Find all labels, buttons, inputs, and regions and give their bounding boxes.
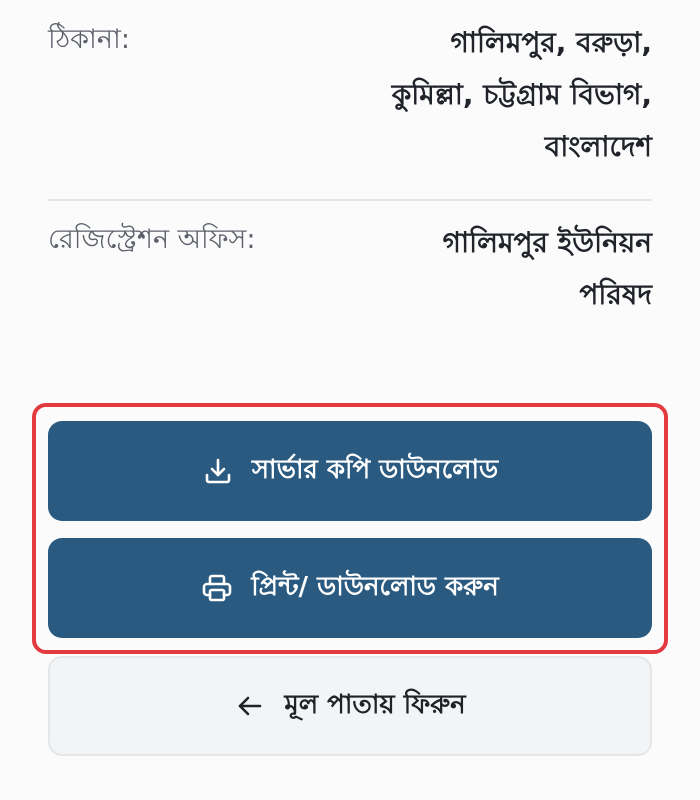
printer-icon (201, 572, 233, 604)
back-home-label: মূল পাতায় ফিরুন (284, 690, 466, 720)
back-home-button[interactable]: মূল পাতায় ফিরুন (48, 656, 652, 756)
address-row: ঠিকানা: গালিমপুর, বরুড়া, কুমিল্লা, চট্ট… (48, 22, 652, 173)
address-line-3: বাংলাদেশ (544, 130, 652, 163)
address-line-2: কুমিল্লা, চট্টগ্রাম বিভাগ, (391, 78, 652, 111)
download-icon (202, 455, 234, 487)
server-copy-download-label: সার্ভার কপি ডাউনলোড (251, 455, 499, 485)
registration-office-row: রেজিস্ট্রেশন অফিস: গালিমপুর ইউনিয়ন পরিষ… (48, 222, 652, 321)
server-copy-download-button[interactable]: সার্ভার কপি ডাউনলোড (48, 421, 652, 521)
address-line-1: গালিমপুর, বরুড়া, (450, 26, 653, 59)
address-value: গালিমপুর, বরুড়া, কুমিল্লা, চট্টগ্রাম বি… (322, 17, 652, 173)
registration-office-line-1: গালিমপুর ইউনিয়ন (442, 226, 652, 259)
print-download-label: প্রিন্ট/ ডাউনলোড করুন (251, 572, 499, 602)
registration-office-label: রেজিস্ট্রেশন অফিস: (48, 224, 256, 255)
print-download-button[interactable]: প্রিন্ট/ ডাউনলোড করুন (48, 538, 652, 638)
registration-office-value: গালিমপুর ইউনিয়ন পরিষদ (392, 217, 652, 321)
address-label: ঠিকানা: (48, 24, 130, 55)
certificate-details-page: ঠিকানা: গালিমপুর, বরুড়া, কুমিল্লা, চট্ট… (0, 0, 700, 800)
registration-office-line-2: পরিষদ (579, 278, 652, 311)
section-divider (48, 199, 652, 201)
arrow-left-icon (234, 690, 266, 722)
